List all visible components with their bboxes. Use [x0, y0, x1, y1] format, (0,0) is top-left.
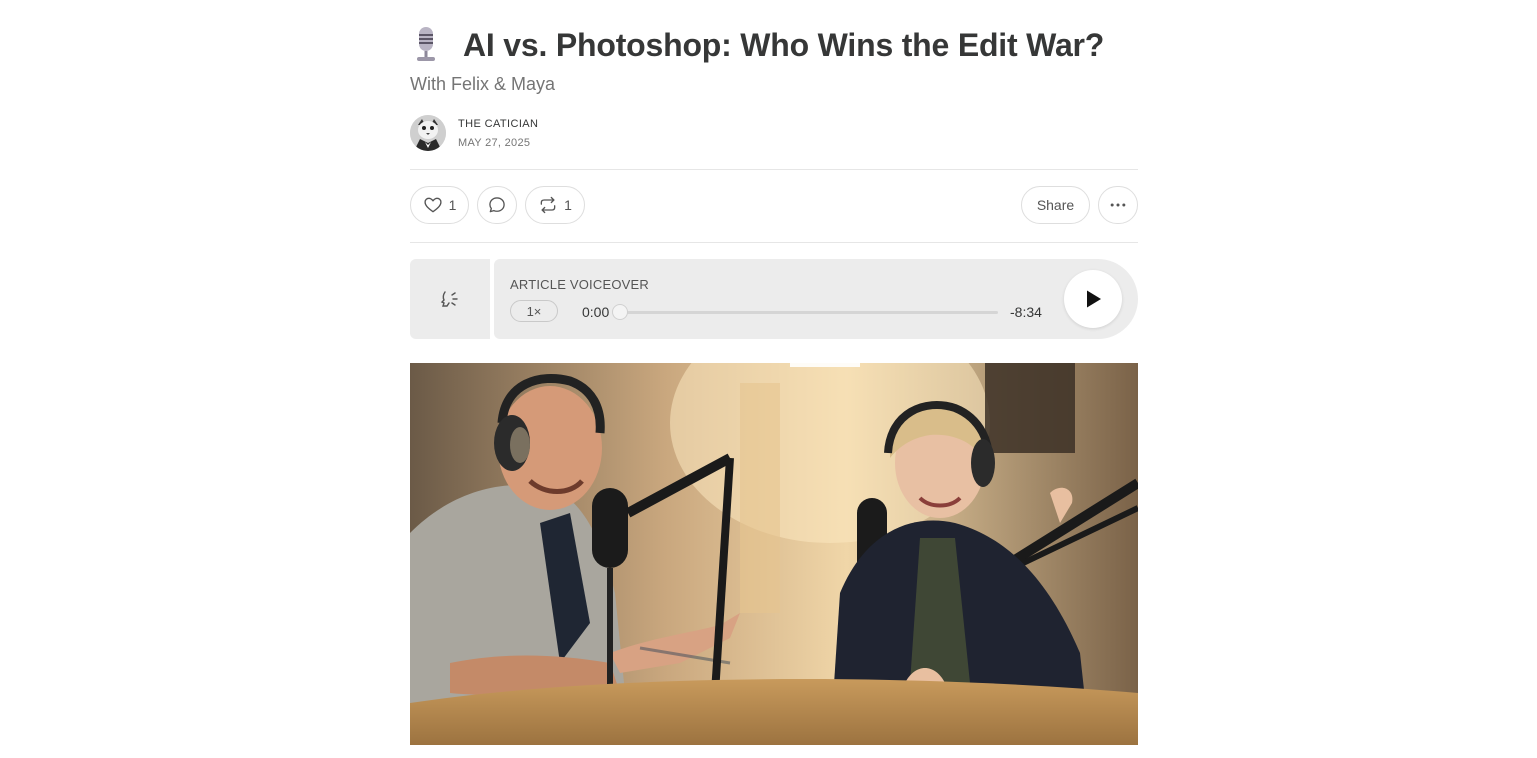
- studio-microphone-icon: [417, 27, 435, 61]
- post-actions: 1 1 Share: [410, 186, 1138, 226]
- share-button[interactable]: Share: [1021, 186, 1090, 224]
- play-button[interactable]: [1064, 270, 1122, 328]
- remaining-time: -8:34: [1010, 304, 1042, 320]
- restack-count: 1: [564, 197, 572, 213]
- voiceover-label: ARTICLE VOICEOVER: [510, 277, 649, 292]
- post-subtitle: With Felix & Maya: [410, 74, 556, 94]
- restack-button[interactable]: 1: [525, 186, 585, 224]
- comment-button[interactable]: [477, 186, 517, 224]
- comment-icon: [489, 197, 505, 213]
- post-header: AI vs. Photoshop: Who Wins the Edit War?: [410, 22, 1104, 68]
- more-options-button[interactable]: [1098, 186, 1138, 224]
- progress-knob[interactable]: [612, 304, 628, 320]
- divider-bottom: [410, 242, 1138, 243]
- restack-icon: [540, 196, 556, 214]
- post-date: MAY 27, 2025: [458, 137, 531, 149]
- post-title: AI vs. Photoshop: Who Wins the Edit War?: [463, 26, 1105, 63]
- divider-top: [410, 169, 1138, 170]
- podcast-hosts-photo: [410, 363, 1138, 745]
- byline-text: THE CATICIAN MAY 27, 2025: [458, 117, 538, 149]
- byline: THE CATICIAN MAY 27, 2025: [410, 115, 538, 151]
- play-icon: [1087, 290, 1101, 308]
- share-label: Share: [1036, 197, 1075, 213]
- more-icon: [1110, 203, 1126, 207]
- author-name[interactable]: THE CATICIAN: [458, 118, 538, 130]
- progress-track[interactable]: [620, 311, 998, 314]
- author-avatar[interactable]: [410, 115, 446, 151]
- voice-speaking-icon: [440, 291, 458, 307]
- like-count: 1: [448, 197, 457, 213]
- heart-icon: [424, 197, 442, 213]
- like-button[interactable]: 1: [410, 186, 469, 224]
- current-time: 0:00: [582, 304, 610, 320]
- playback-speed-button[interactable]: 1×: [510, 300, 558, 322]
- voiceover-player: ARTICLE VOICEOVER 1× 0:00 -8:34: [494, 259, 1138, 339]
- voiceover-thumbnail: [410, 259, 490, 339]
- cat-avatar-icon: [410, 115, 446, 151]
- hero-image: [410, 363, 1138, 745]
